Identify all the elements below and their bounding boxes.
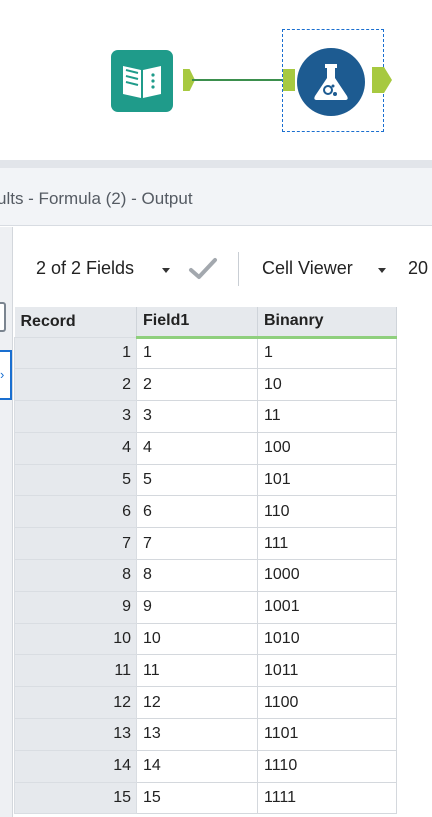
table-row[interactable]: 7 7 111 xyxy=(14,527,397,561)
book-icon xyxy=(123,66,161,98)
table-row[interactable]: 15 15 1111 xyxy=(14,781,397,815)
chevron-right-icon: › xyxy=(0,367,5,382)
results-title: ults - Formula (2) - Output xyxy=(0,189,193,208)
binary-cell[interactable]: 1010 xyxy=(257,622,397,656)
field1-cell[interactable]: 15 xyxy=(136,781,258,815)
binary-cell[interactable]: 1 xyxy=(257,336,397,370)
record-number-cell[interactable]: 15 xyxy=(14,781,137,815)
cell-viewer-dropdown[interactable]: Cell Viewer xyxy=(262,258,353,279)
table-row[interactable]: 3 3 11 xyxy=(14,400,397,433)
field1-cell[interactable]: 3 xyxy=(136,400,258,433)
record-number-cell[interactable]: 13 xyxy=(14,718,137,751)
record-number-cell[interactable]: 7 xyxy=(14,527,137,561)
field1-cell[interactable]: 6 xyxy=(136,495,258,529)
table-row[interactable]: 10 10 1010 xyxy=(14,622,397,656)
table-row[interactable]: 13 13 1101 xyxy=(14,718,397,751)
record-number-cell[interactable]: 5 xyxy=(14,463,137,497)
record-number-cell[interactable]: 10 xyxy=(14,622,137,656)
binary-cell[interactable]: 1110 xyxy=(257,749,397,783)
binary-cell[interactable]: 111 xyxy=(257,527,397,561)
binary-cell[interactable]: 11 xyxy=(257,400,397,433)
formula-tool[interactable] xyxy=(297,48,365,116)
record-number-cell[interactable]: 12 xyxy=(14,686,137,720)
field1-cell[interactable]: 12 xyxy=(136,686,258,720)
binary-cell[interactable]: 10 xyxy=(257,368,397,402)
results-grid: Record Field1 Binanry 1 1 1 2 2 10 3 3 11 4 4 100 5 5… xyxy=(14,307,397,815)
connection-line[interactable] xyxy=(192,79,284,81)
flask-icon xyxy=(314,64,348,100)
table-row[interactable]: 4 4 100 xyxy=(14,431,397,465)
record-number-cell[interactable]: 3 xyxy=(14,400,137,433)
check-icon[interactable] xyxy=(188,256,218,282)
formula-output-anchor[interactable] xyxy=(372,67,392,93)
field1-cell[interactable]: 7 xyxy=(136,527,258,561)
table-row[interactable]: 9 9 1001 xyxy=(14,590,397,624)
field1-cell[interactable]: 2 xyxy=(136,368,258,402)
record-number-cell[interactable]: 2 xyxy=(14,368,137,402)
column-header-record[interactable]: Record xyxy=(14,307,137,337)
field1-cell[interactable]: 8 xyxy=(136,559,258,592)
column-header-field1[interactable]: Field1 xyxy=(136,307,258,339)
fields-dropdown[interactable]: 2 of 2 Fields xyxy=(36,258,134,279)
record-number-cell[interactable]: 1 xyxy=(14,336,137,370)
table-row[interactable]: 5 5 101 xyxy=(14,463,397,497)
binary-cell[interactable]: 1011 xyxy=(257,654,397,688)
binary-cell[interactable]: 110 xyxy=(257,495,397,529)
binary-cell[interactable]: 1001 xyxy=(257,590,397,624)
toolbar-overflow-text[interactable]: 20 xyxy=(408,258,428,279)
binary-cell[interactable]: 1111 xyxy=(257,781,397,815)
field1-cell[interactable]: 13 xyxy=(136,718,258,751)
field1-cell[interactable]: 10 xyxy=(136,622,258,656)
table-row[interactable]: 111 xyxy=(14,336,397,370)
binary-cell[interactable]: 1101 xyxy=(257,718,397,751)
field1-cell[interactable]: 9 xyxy=(136,590,258,624)
record-number-cell[interactable]: 6 xyxy=(14,495,137,529)
side-tab-button[interactable] xyxy=(0,302,6,332)
table-row[interactable]: 14 14 1110 xyxy=(14,749,397,783)
binary-cell[interactable]: 1100 xyxy=(257,686,397,720)
binary-cell[interactable]: 100 xyxy=(257,431,397,465)
chevron-down-icon[interactable] xyxy=(162,268,170,273)
toolbar-separator xyxy=(238,252,239,286)
record-number-cell[interactable]: 11 xyxy=(14,654,137,688)
side-expand-button[interactable]: › xyxy=(0,350,12,400)
table-row[interactable]: 12 12 1100 xyxy=(14,686,397,720)
field1-cell[interactable]: 1 xyxy=(136,336,258,370)
record-number-cell[interactable]: 4 xyxy=(14,431,137,465)
table-row[interactable]: 8 8 1000 xyxy=(14,559,397,592)
field1-cell[interactable]: 14 xyxy=(136,749,258,783)
record-number-cell[interactable]: 8 xyxy=(14,559,137,592)
record-number-cell[interactable]: 9 xyxy=(14,590,137,624)
field1-cell[interactable]: 4 xyxy=(136,431,258,465)
workflow-canvas[interactable] xyxy=(0,0,432,160)
table-row[interactable]: 6 6 110 xyxy=(14,495,397,529)
field1-cell[interactable]: 5 xyxy=(136,463,258,497)
grid-header-row: Record Field1 Binanry xyxy=(14,307,397,339)
binary-cell[interactable]: 1000 xyxy=(257,559,397,592)
field1-cell[interactable]: 11 xyxy=(136,654,258,688)
input-data-tool[interactable] xyxy=(111,50,173,112)
pane-divider[interactable] xyxy=(0,160,432,168)
table-row[interactable]: 2 2 10 xyxy=(14,368,397,402)
column-header-binanry[interactable]: Binanry xyxy=(257,307,397,339)
chevron-down-icon[interactable] xyxy=(378,268,386,273)
record-number-cell[interactable]: 14 xyxy=(14,749,137,783)
table-row[interactable]: 11 11 1011 xyxy=(14,654,397,688)
binary-cell[interactable]: 101 xyxy=(257,463,397,497)
